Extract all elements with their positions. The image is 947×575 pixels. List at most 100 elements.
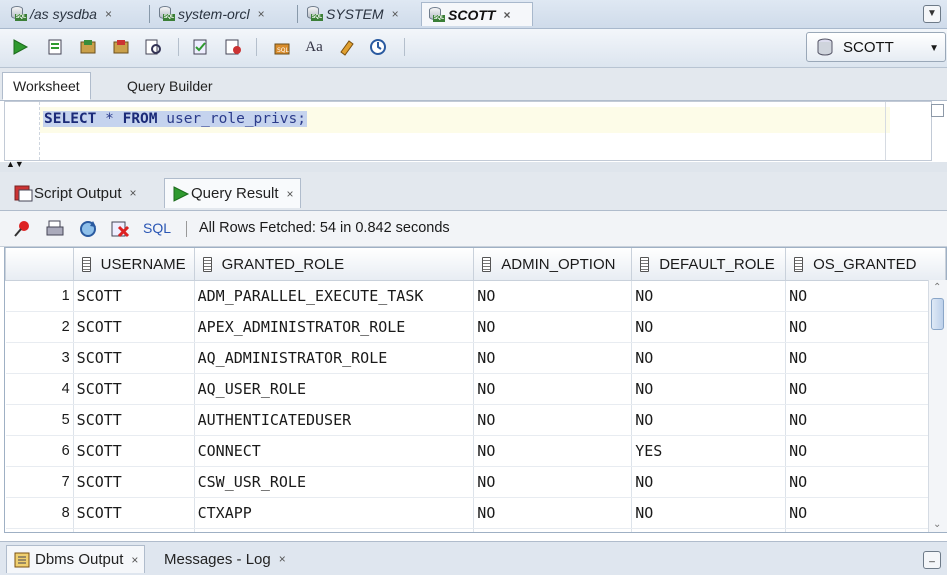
table-row[interactable]: 1 SCOTT ADM_PARALLEL_EXECUTE_TASK NO NO NO	[5, 280, 946, 312]
table-cell[interactable]: SCOTT	[73, 373, 195, 405]
table-cell[interactable]: NO	[785, 342, 946, 374]
close-icon[interactable]: ×	[130, 186, 137, 200]
table-cell[interactable]: NO	[631, 466, 787, 498]
run-script-icon[interactable]	[45, 37, 65, 57]
sql-tuning-icon[interactable]	[223, 37, 243, 57]
scroll-up-icon[interactable]: ⌃	[933, 282, 941, 293]
table-cell[interactable]: ADM_PARALLEL_EXECUTE_TASK	[194, 280, 475, 312]
table-cell[interactable]: NO	[473, 528, 633, 532]
close-icon[interactable]: ×	[503, 8, 510, 22]
tab-query-builder[interactable]: Query Builder	[117, 72, 223, 100]
table-cell[interactable]: NO	[785, 466, 946, 498]
rollback-icon[interactable]	[111, 37, 131, 57]
table-cell[interactable]: SCOTT	[73, 497, 195, 529]
table-cell[interactable]: CONNECT	[194, 435, 475, 467]
table-cell[interactable]: NO	[631, 404, 787, 436]
splitter-arrows-icon[interactable]: ▲▼	[6, 160, 24, 169]
history-icon[interactable]	[368, 37, 388, 57]
table-cell[interactable]: NO	[785, 404, 946, 436]
table-cell[interactable]: SCOTT	[73, 466, 195, 498]
close-icon[interactable]: ×	[131, 553, 138, 567]
column-header-os-granted[interactable]: OS_GRANTED	[785, 248, 946, 281]
pin-icon[interactable]	[12, 219, 32, 239]
table-cell[interactable]: AQ_ADMINISTRATOR_ROLE	[194, 342, 475, 374]
table-row[interactable]: 5 SCOTT AUTHENTICATEDUSER NO NO NO	[5, 404, 946, 436]
table-cell[interactable]: CWM_USER	[194, 528, 475, 532]
table-cell[interactable]: NO	[473, 311, 633, 343]
unshared-sql-icon[interactable]: SQL	[272, 37, 292, 57]
table-cell[interactable]: NO	[473, 404, 633, 436]
query-result-grid[interactable]: USERNAME GRANTED_ROLE ADMIN_OPTION DEFAU…	[4, 247, 947, 533]
table-cell[interactable]: NO	[785, 435, 946, 467]
table-cell[interactable]: SCOTT	[73, 280, 195, 312]
table-cell[interactable]: NO	[473, 435, 633, 467]
connection-tab-system-orcl[interactable]: SQL system-orcl ×	[152, 2, 298, 26]
table-cell[interactable]: SCOTT	[73, 404, 195, 436]
connection-tab-scott[interactable]: SQL SCOTT ×	[421, 2, 533, 26]
table-cell[interactable]: CSW_USR_ROLE	[194, 466, 475, 498]
minimize-icon[interactable]: _	[923, 551, 941, 569]
table-row[interactable]: 8 SCOTT CTXAPP NO NO NO	[5, 497, 946, 529]
sql-statement[interactable]: SELECT * FROM user_role_privs;	[43, 111, 307, 127]
scrollbar-thumb[interactable]	[931, 298, 944, 330]
run-statement-icon[interactable]	[10, 37, 30, 57]
close-icon[interactable]: ×	[287, 187, 294, 201]
table-cell[interactable]: AUTHENTICATEDUSER	[194, 404, 475, 436]
tab-list-dropdown-icon[interactable]: ▼	[923, 5, 941, 23]
sql-editor[interactable]: SELECT * FROM user_role_privs;	[4, 101, 932, 161]
table-row[interactable]: 3 SCOTT AQ_ADMINISTRATOR_ROLE NO NO NO	[5, 342, 946, 374]
table-cell[interactable]: NO	[473, 280, 633, 312]
tab-dbms-output[interactable]: Dbms Output ×	[6, 545, 146, 573]
table-cell[interactable]: SCOTT	[73, 342, 195, 374]
table-cell[interactable]: NO	[473, 373, 633, 405]
table-cell[interactable]: NO	[785, 373, 946, 405]
table-row[interactable]: 4 SCOTT AQ_USER_ROLE NO NO NO	[5, 373, 946, 405]
table-row[interactable]: 7 SCOTT CSW_USR_ROLE NO NO NO	[5, 466, 946, 498]
column-header-username[interactable]: USERNAME	[72, 248, 195, 281]
connection-select[interactable]: SCOTT ▼	[806, 32, 946, 62]
table-cell[interactable]: NO	[631, 528, 787, 532]
connection-tab-system[interactable]: SQL SYSTEM ×	[300, 2, 418, 26]
refresh-icon[interactable]	[78, 219, 98, 239]
clear-icon[interactable]	[337, 37, 357, 57]
column-header-admin-option[interactable]: ADMIN_OPTION	[473, 248, 633, 281]
table-cell[interactable]: NO	[631, 280, 787, 312]
table-cell[interactable]: NO	[785, 528, 946, 532]
scroll-down-icon[interactable]: ⌄	[933, 519, 941, 530]
table-cell[interactable]: NO	[473, 342, 633, 374]
table-cell[interactable]: SCOTT	[73, 311, 195, 343]
table-row[interactable]: 9SCOTTCWM_USERNONONO	[5, 528, 946, 532]
to-upper-icon[interactable]: Aa	[304, 37, 324, 57]
column-header-default-role[interactable]: DEFAULT_ROLE	[631, 248, 787, 281]
column-header-granted-role[interactable]: GRANTED_ROLE	[193, 248, 475, 281]
table-row[interactable]: 6 SCOTT CONNECT NO YES NO	[5, 435, 946, 467]
table-cell[interactable]: NO	[473, 466, 633, 498]
table-cell[interactable]: NO	[785, 280, 946, 312]
commit-icon[interactable]	[78, 37, 98, 57]
table-cell[interactable]: YES	[631, 435, 787, 467]
table-cell[interactable]: NO	[785, 497, 946, 529]
autotrace-icon[interactable]	[191, 37, 211, 57]
table-cell[interactable]: NO	[631, 373, 787, 405]
close-icon[interactable]: ×	[279, 552, 286, 566]
table-cell[interactable]: NO	[473, 497, 633, 529]
close-icon[interactable]: ×	[258, 7, 265, 21]
grid-vertical-scrollbar[interactable]: ⌃ ⌄	[928, 280, 947, 532]
tab-script-output[interactable]: Script Output ×	[8, 178, 143, 208]
table-cell[interactable]: NO	[631, 311, 787, 343]
explain-plan-icon[interactable]	[143, 37, 163, 57]
panel-splitter[interactable]: ▲▼	[0, 160, 947, 172]
cancel-query-icon[interactable]	[110, 219, 130, 239]
table-cell[interactable]: AQ_USER_ROLE	[194, 373, 475, 405]
close-icon[interactable]: ×	[392, 7, 399, 21]
table-cell[interactable]: CTXAPP	[194, 497, 475, 529]
sql-link[interactable]: SQL	[143, 220, 171, 236]
print-icon[interactable]	[45, 219, 65, 239]
connection-tab-sysdba[interactable]: SQL /as sysdba ×	[4, 2, 150, 26]
table-cell[interactable]: SCOTT	[73, 435, 195, 467]
table-row[interactable]: 2 SCOTT APEX_ADMINISTRATOR_ROLE NO NO NO	[5, 311, 946, 343]
table-cell[interactable]: NO	[631, 497, 787, 529]
table-cell[interactable]: APEX_ADMINISTRATOR_ROLE	[194, 311, 475, 343]
tab-worksheet[interactable]: Worksheet	[2, 72, 91, 100]
table-cell[interactable]: NO	[631, 342, 787, 374]
